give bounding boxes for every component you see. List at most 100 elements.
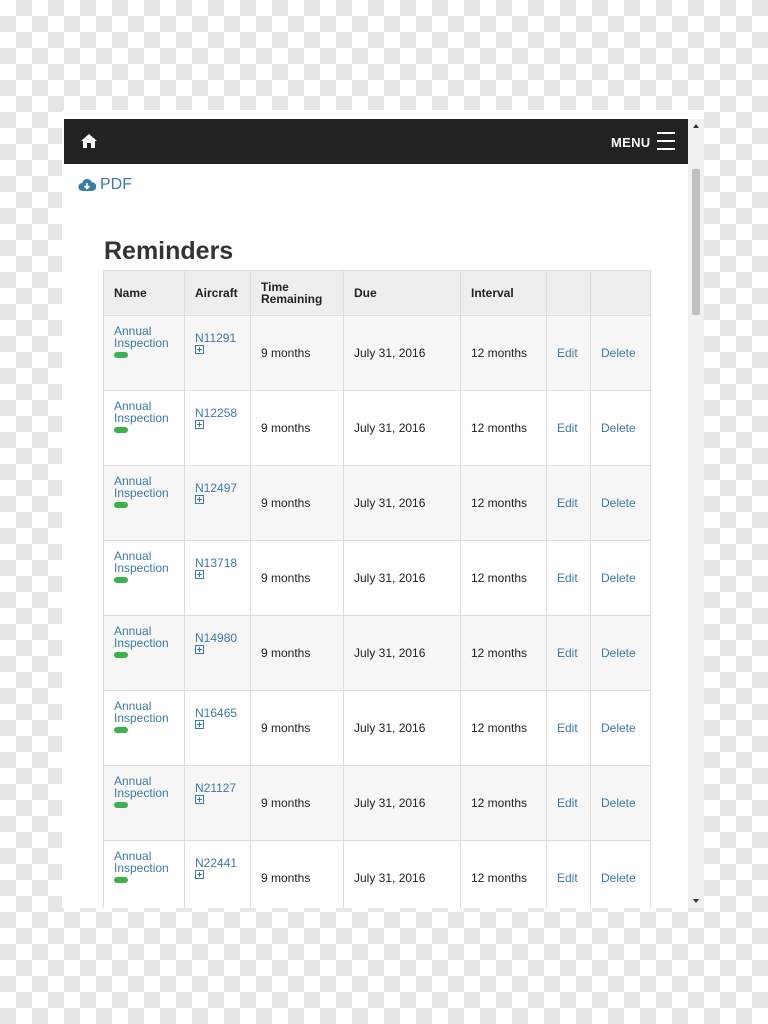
expand-plus-icon[interactable] bbox=[195, 495, 204, 504]
time-remaining-cell: 9 months bbox=[250, 765, 344, 841]
edit-cell: Edit bbox=[546, 840, 591, 908]
menu-label[interactable]: MENU bbox=[611, 135, 650, 150]
scroll-thumb[interactable] bbox=[692, 169, 700, 315]
scroll-up-arrow-icon[interactable] bbox=[693, 124, 699, 128]
column-header-time-remaining[interactable]: Time Remaining bbox=[250, 270, 344, 316]
aircraft-link[interactable]: N14980 bbox=[195, 631, 237, 645]
reminder-name-link[interactable]: Annual Inspection bbox=[114, 849, 169, 875]
interval-cell: 12 months bbox=[460, 465, 547, 541]
reminder-name-cell: Annual Inspection bbox=[103, 690, 185, 766]
column-header-interval[interactable]: Interval bbox=[460, 270, 547, 316]
edit-cell: Edit bbox=[546, 765, 591, 841]
expand-plus-icon[interactable] bbox=[195, 795, 204, 804]
interval-cell: 12 months bbox=[460, 765, 547, 841]
delete-cell: Delete bbox=[590, 765, 651, 841]
status-progress-bar bbox=[114, 802, 128, 808]
reminder-name-link[interactable]: Annual Inspection bbox=[114, 324, 169, 350]
reminder-name-link[interactable]: Annual Inspection bbox=[114, 774, 169, 800]
delete-cell: Delete bbox=[590, 390, 651, 466]
aircraft-link[interactable]: N11291 bbox=[195, 331, 236, 345]
expand-plus-icon[interactable] bbox=[195, 420, 204, 429]
reminder-name-cell: Annual Inspection bbox=[103, 840, 185, 908]
interval-cell: 12 months bbox=[460, 315, 547, 391]
reminder-name-cell: Annual Inspection bbox=[103, 765, 185, 841]
page-title: Reminders bbox=[104, 237, 234, 265]
table-row: Annual Inspection N12258 9 months July 31, … bbox=[103, 390, 651, 466]
edit-link[interactable]: Edit bbox=[557, 646, 578, 660]
aircraft-cell: N12258 bbox=[184, 390, 251, 466]
time-remaining-cell: 9 months bbox=[250, 840, 344, 908]
delete-link[interactable]: Delete bbox=[601, 871, 636, 885]
interval-cell: 12 months bbox=[460, 390, 547, 466]
expand-plus-icon[interactable] bbox=[195, 345, 204, 354]
delete-link[interactable]: Delete bbox=[601, 796, 636, 810]
due-cell: July 31, 2016 bbox=[343, 615, 461, 691]
time-remaining-cell: 9 months bbox=[250, 540, 344, 616]
time-remaining-cell: 9 months bbox=[250, 465, 344, 541]
time-remaining-cell: 9 months bbox=[250, 390, 344, 466]
reminder-name-cell: Annual Inspection bbox=[103, 390, 185, 466]
vertical-scrollbar[interactable] bbox=[688, 119, 704, 908]
edit-cell: Edit bbox=[546, 315, 591, 391]
aircraft-cell: N12497 bbox=[184, 465, 251, 541]
due-cell: July 31, 2016 bbox=[343, 540, 461, 616]
hamburger-menu-icon[interactable] bbox=[657, 132, 675, 150]
reminder-name-cell: Annual Inspection bbox=[103, 615, 185, 691]
aircraft-link[interactable]: N12497 bbox=[195, 481, 237, 495]
status-progress-bar bbox=[114, 577, 128, 583]
reminder-name-link[interactable]: Annual Inspection bbox=[114, 549, 169, 575]
delete-link[interactable]: Delete bbox=[601, 346, 636, 360]
due-cell: July 31, 2016 bbox=[343, 465, 461, 541]
reminder-name-link[interactable]: Annual Inspection bbox=[114, 624, 169, 650]
delete-link[interactable]: Delete bbox=[601, 496, 636, 510]
reminders-table: Name Aircraft Time Remaining Due Interva… bbox=[103, 270, 651, 908]
aircraft-link[interactable]: N21127 bbox=[195, 781, 236, 795]
edit-link[interactable]: Edit bbox=[557, 721, 578, 735]
edit-link[interactable]: Edit bbox=[557, 496, 578, 510]
aircraft-cell: N13718 bbox=[184, 540, 251, 616]
reminder-name-link[interactable]: Annual Inspection bbox=[114, 399, 169, 425]
edit-cell: Edit bbox=[546, 615, 591, 691]
expand-plus-icon[interactable] bbox=[195, 720, 204, 729]
expand-plus-icon[interactable] bbox=[195, 645, 204, 654]
delete-link[interactable]: Delete bbox=[601, 646, 636, 660]
edit-link[interactable]: Edit bbox=[557, 421, 578, 435]
aircraft-link[interactable]: N13718 bbox=[195, 556, 237, 570]
column-header-name[interactable]: Name bbox=[103, 270, 185, 316]
reminder-name-cell: Annual Inspection bbox=[103, 315, 185, 391]
expand-plus-icon[interactable] bbox=[195, 570, 204, 579]
delete-link[interactable]: Delete bbox=[601, 571, 636, 585]
time-remaining-cell: 9 months bbox=[250, 315, 344, 391]
aircraft-cell: N16465 bbox=[184, 690, 251, 766]
edit-link[interactable]: Edit bbox=[557, 346, 578, 360]
home-icon[interactable] bbox=[80, 133, 98, 149]
status-progress-bar bbox=[114, 727, 128, 733]
reminder-name-link[interactable]: Annual Inspection bbox=[114, 699, 169, 725]
edit-cell: Edit bbox=[546, 390, 591, 466]
delete-link[interactable]: Delete bbox=[601, 721, 636, 735]
table-header-row: Name Aircraft Time Remaining Due Interva… bbox=[103, 270, 651, 316]
reminder-name-cell: Annual Inspection bbox=[103, 540, 185, 616]
expand-plus-icon[interactable] bbox=[195, 870, 204, 879]
scroll-down-arrow-icon[interactable] bbox=[693, 899, 699, 903]
delete-cell: Delete bbox=[590, 690, 651, 766]
edit-link[interactable]: Edit bbox=[557, 571, 578, 585]
edit-link[interactable]: Edit bbox=[557, 796, 578, 810]
aircraft-link[interactable]: N12258 bbox=[195, 406, 237, 420]
status-progress-bar bbox=[114, 877, 128, 883]
column-header-aircraft[interactable]: Aircraft bbox=[184, 270, 251, 316]
time-remaining-cell: 9 months bbox=[250, 615, 344, 691]
reminder-name-link[interactable]: Annual Inspection bbox=[114, 474, 169, 500]
edit-link[interactable]: Edit bbox=[557, 871, 578, 885]
pdf-download-link[interactable]: PDF bbox=[78, 176, 132, 194]
aircraft-link[interactable]: N22441 bbox=[195, 856, 237, 870]
table-row: Annual Inspection N12497 9 months July 31, … bbox=[103, 465, 651, 541]
column-header-due[interactable]: Due bbox=[343, 270, 461, 316]
due-cell: July 31, 2016 bbox=[343, 840, 461, 908]
delete-link[interactable]: Delete bbox=[601, 421, 636, 435]
delete-cell: Delete bbox=[590, 615, 651, 691]
reminder-name-cell: Annual Inspection bbox=[103, 465, 185, 541]
interval-cell: 12 months bbox=[460, 690, 547, 766]
aircraft-link[interactable]: N16465 bbox=[195, 706, 237, 720]
edit-cell: Edit bbox=[546, 540, 591, 616]
